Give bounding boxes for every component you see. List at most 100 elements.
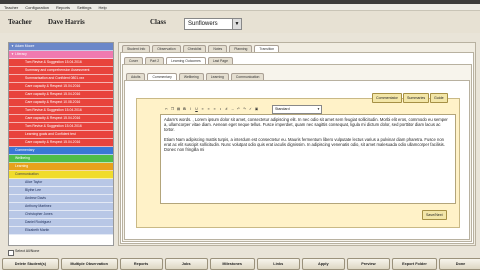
- align-center-icon[interactable]: ≡: [206, 107, 211, 112]
- menu-configuration[interactable]: Configuration: [25, 5, 49, 10]
- observation-item[interactable]: Summarisation and Confident 0801.xxx: [9, 75, 113, 83]
- student-item[interactable]: Daniel Rodriguez: [9, 219, 113, 227]
- tree-item-label: Tom Revise & Suggestion 15.04.2016: [25, 108, 82, 112]
- copy-icon[interactable]: ❐: [170, 107, 175, 112]
- class-select[interactable]: Sunflowers ▼: [184, 18, 242, 30]
- category-item[interactable]: Learning: [9, 163, 113, 171]
- tree-item-label: Adam Moore: [15, 44, 35, 48]
- undo-icon[interactable]: ↶: [236, 107, 241, 112]
- category-item[interactable]: Wellbeing: [9, 155, 113, 163]
- observation-item[interactable]: Summary and comprehension Assessment: [9, 67, 113, 75]
- select-all-checkbox[interactable]: [8, 250, 14, 256]
- tree-item-label: Andrew Davis: [25, 196, 46, 200]
- tree-item-label: Care capacity & Respect 15.04.2016: [25, 92, 81, 96]
- image-icon[interactable]: ▣: [254, 107, 259, 112]
- student-item[interactable]: Anthony Martinez: [9, 203, 113, 211]
- reports-button[interactable]: Reports: [119, 258, 163, 270]
- apply-button[interactable]: Apply: [301, 258, 345, 270]
- student-item[interactable]: Andrew Davis: [9, 195, 113, 203]
- tree-item-label: Daniel Rodriguez: [25, 220, 52, 224]
- font-style-select[interactable]: Standard ▼: [272, 105, 322, 114]
- menu-reports[interactable]: Reports: [56, 5, 70, 10]
- indent-icon[interactable]: →: [230, 107, 235, 112]
- tree-item-label: Care capacity & Respect 15.04.2016: [25, 140, 81, 144]
- menu-teacher[interactable]: Teacher: [4, 5, 18, 10]
- tree-item-label: Care capacity & Respect 15.04.2016: [25, 116, 81, 120]
- multiple-observation-button[interactable]: Multiple Observation: [60, 258, 118, 270]
- editor-paragraph-1: Adam's words. , Lorem ipsum dolor sit am…: [164, 117, 448, 133]
- bold-icon[interactable]: B: [182, 107, 187, 112]
- tree-item-label: Christopher Jones: [25, 212, 53, 216]
- tree-item-label: Summary and comprehension Assessment: [25, 68, 90, 72]
- category-item[interactable]: Communication: [9, 171, 113, 179]
- observation-item[interactable]: Care capacity & Respect 10.08.2016: [9, 99, 113, 107]
- category-item[interactable]: ▼ Literacy: [9, 51, 113, 59]
- category-item[interactable]: Commentary: [9, 147, 113, 155]
- delete-students-button[interactable]: Delete Student(s): [2, 258, 59, 270]
- observation-item[interactable]: Care capacity & Respect 15.04.2016: [9, 115, 113, 123]
- align-right-icon[interactable]: ≡: [212, 107, 217, 112]
- student-item[interactable]: Alice Taylor: [9, 179, 113, 187]
- tree-item-label: Summarisation and Confident 0801.xxx: [25, 76, 85, 80]
- tree-item-label: Tom Revise & Suggestion 15.04.2016: [25, 60, 82, 64]
- underline-icon[interactable]: U: [194, 107, 199, 112]
- observation-item[interactable]: Care capacity & Respect 15.04.2016: [9, 91, 113, 99]
- tree-item-label: Commentary: [15, 148, 35, 152]
- teacher-label: Teacher: [8, 18, 32, 26]
- tree-item-label: Elizabeth Martin: [25, 228, 50, 232]
- bottom-toolbar: Delete Student(s) Multiple Observation R…: [0, 258, 480, 270]
- tree-item-label: Literacy: [15, 52, 27, 56]
- tree-item-label: Care capacity & Respect 10.08.2016: [25, 100, 81, 104]
- bullet-list-icon[interactable]: •: [218, 107, 223, 112]
- chevron-down-icon[interactable]: ▼: [11, 51, 14, 58]
- done-button[interactable]: Done: [438, 258, 480, 270]
- commentary-text-editor[interactable]: Adam's words. , Lorem ipsum dolor sit am…: [160, 114, 456, 204]
- student-item[interactable]: Elizabeth Martin: [9, 227, 113, 235]
- observation-item[interactable]: Learning goals and Confident test: [9, 131, 113, 139]
- redo-icon[interactable]: ↷: [242, 107, 247, 112]
- observation-item[interactable]: Tom Revise & Suggestion 15.04.2016: [9, 123, 113, 131]
- chevron-down-icon[interactable]: ▼: [317, 106, 320, 113]
- student-item[interactable]: ▼ Adam Moore: [9, 43, 113, 51]
- spellcheck-icon[interactable]: ✓: [248, 107, 253, 112]
- numbered-list-icon[interactable]: #: [224, 107, 229, 112]
- chevron-down-icon[interactable]: ▼: [232, 19, 241, 29]
- observation-item[interactable]: Tom Revise & Suggestion 15.04.2016: [9, 59, 113, 67]
- menu-settings[interactable]: Settings: [77, 5, 91, 10]
- editor-paragraph-2: Etiam Nam adipiscing mattis turpis, a in…: [164, 136, 445, 153]
- tree-item-label: Alice Taylor: [25, 180, 43, 184]
- tree-item-label: Tom Revise & Suggestion 15.04.2016: [25, 124, 82, 128]
- menu-bar: Teacher Configuration Reports Settings H…: [0, 4, 480, 11]
- observation-item[interactable]: Care capacity & Respect 15.04.2016: [9, 139, 113, 147]
- tree-item-label: Wellbeing: [15, 156, 30, 160]
- tree-item-label: Anthony Martinez: [25, 204, 52, 208]
- commentator-button[interactable]: Commentator: [372, 93, 402, 103]
- select-all-label: Select All/None: [15, 249, 40, 253]
- paste-icon[interactable]: ▤: [176, 107, 181, 112]
- chevron-down-icon[interactable]: ▼: [11, 43, 14, 50]
- tree-item-label: Care capacity & Respect 15.04.2016: [25, 84, 81, 88]
- student-item[interactable]: Blythe Lee: [9, 187, 113, 195]
- export-folder-button[interactable]: Export Folder: [391, 258, 437, 270]
- student-tree: ▼ Adam Moore ▼ Literacy Tom Revise & Suggest…: [8, 42, 114, 246]
- align-left-icon[interactable]: ≡: [200, 107, 205, 112]
- preview-button[interactable]: Preview: [346, 258, 390, 270]
- teacher-name: Dave Harris: [48, 18, 85, 26]
- tree-item-label: Blythe Lee: [25, 188, 42, 192]
- guide-button[interactable]: Guide: [430, 93, 448, 103]
- font-style-value: Standard: [275, 107, 290, 111]
- observation-item[interactable]: Tom Revise & Suggestion 15.04.2016: [9, 107, 113, 115]
- italic-icon[interactable]: I: [188, 107, 193, 112]
- tree-item-label: Communication: [15, 172, 39, 176]
- summaries-button[interactable]: Summaries: [403, 93, 430, 103]
- save-next-button[interactable]: Save/Next: [422, 210, 447, 220]
- observation-item[interactable]: Care capacity & Respect 15.04.2016: [9, 83, 113, 91]
- tree-item-label: Learning: [15, 164, 29, 168]
- cut-icon[interactable]: ✂: [164, 107, 169, 112]
- milestones-button[interactable]: Milestones: [209, 258, 255, 270]
- jobs-button[interactable]: Jobs: [164, 258, 208, 270]
- student-item[interactable]: Christopher Jones: [9, 211, 113, 219]
- menu-help[interactable]: Help: [99, 5, 107, 10]
- links-button[interactable]: Links: [256, 258, 300, 270]
- class-select-value: Sunflowers: [188, 21, 218, 27]
